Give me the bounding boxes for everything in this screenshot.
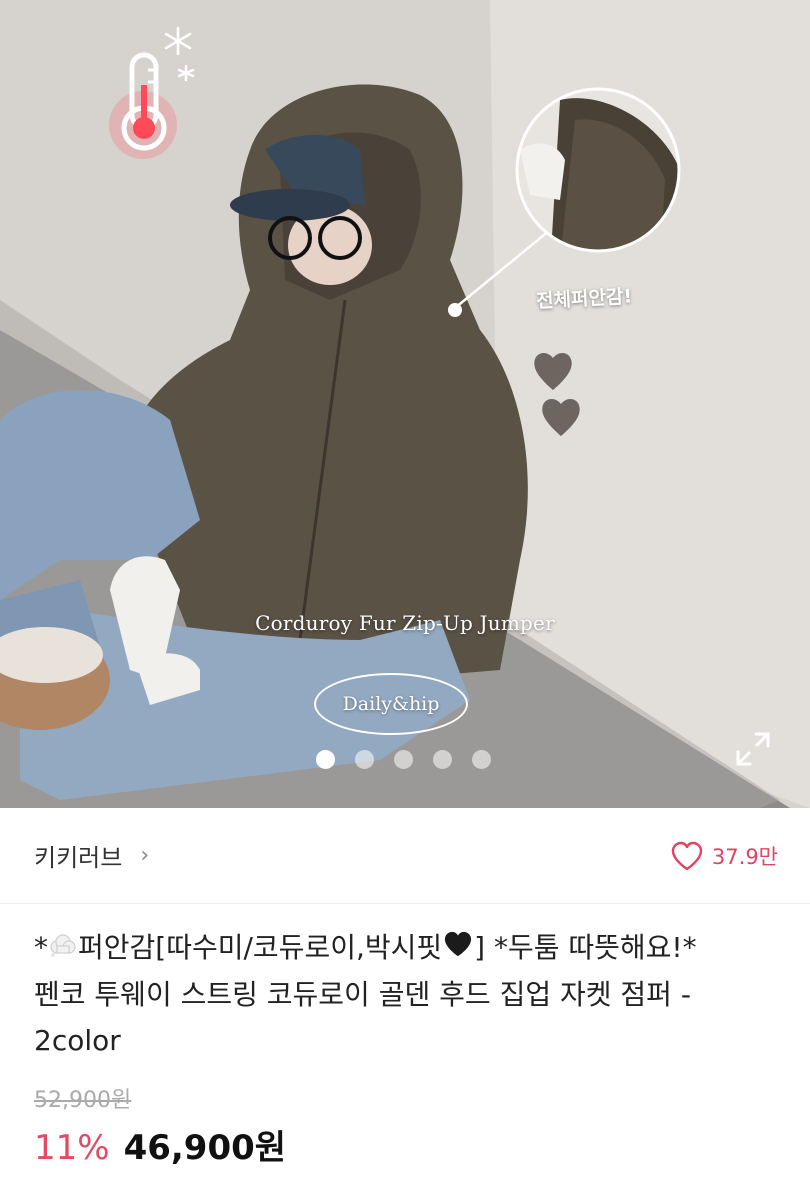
product-title: * 퍼안감[따수미/코듀로이,박시핏 ] *두툼 따뜻해요!* 펜코 투웨이 스트링…: [34, 925, 779, 1064]
title-line3: 2color: [34, 1024, 121, 1057]
product-caption: Corduroy Fur Zip-Up Jumper: [255, 611, 555, 635]
carousel-indicator: [316, 750, 491, 769]
expand-icon: [736, 732, 770, 766]
store-row: 키키러브 › 37.9만: [0, 808, 810, 904]
sale-price: 46,900원: [123, 1128, 287, 1168]
like-count: 37.9만: [711, 844, 778, 869]
style-badge: Daily&hip: [314, 673, 468, 735]
carousel-dot[interactable]: [316, 750, 335, 769]
store-name: 키키러브: [34, 844, 123, 872]
carousel-dot[interactable]: [355, 750, 374, 769]
chevron-right-icon: ›: [140, 843, 150, 868]
title-line1-end: ] *두툼 따뜻해요!*: [474, 931, 697, 964]
store-link[interactable]: 키키러브 ›: [34, 838, 149, 873]
carousel-dot[interactable]: [394, 750, 413, 769]
heart-outline-icon: [671, 841, 703, 870]
discount-rate: 11%: [34, 1128, 110, 1168]
product-image-carousel[interactable]: 전체퍼안감! Corduroy Fur Zip-Up Jumper Daily&…: [0, 0, 810, 808]
like-button[interactable]: 37.9만: [670, 841, 778, 871]
carousel-dot[interactable]: [472, 750, 491, 769]
cloud-icon: [48, 926, 78, 972]
title-prefix: *: [34, 931, 48, 964]
black-heart-icon: [442, 926, 474, 972]
title-line2: 펜코 투웨이 스트링 코듀로이 골덴 후드 집업 자켓 점퍼 -: [34, 978, 691, 1011]
lining-label: 전체퍼안감!: [535, 285, 633, 313]
title-line1: 퍼안감[따수미/코듀로이,박시핏: [78, 931, 443, 964]
expand-button[interactable]: [734, 730, 772, 768]
carousel-dot[interactable]: [433, 750, 452, 769]
original-price: 52,900원: [34, 1088, 132, 1113]
price-row: 11% 46,900원: [34, 1120, 286, 1169]
